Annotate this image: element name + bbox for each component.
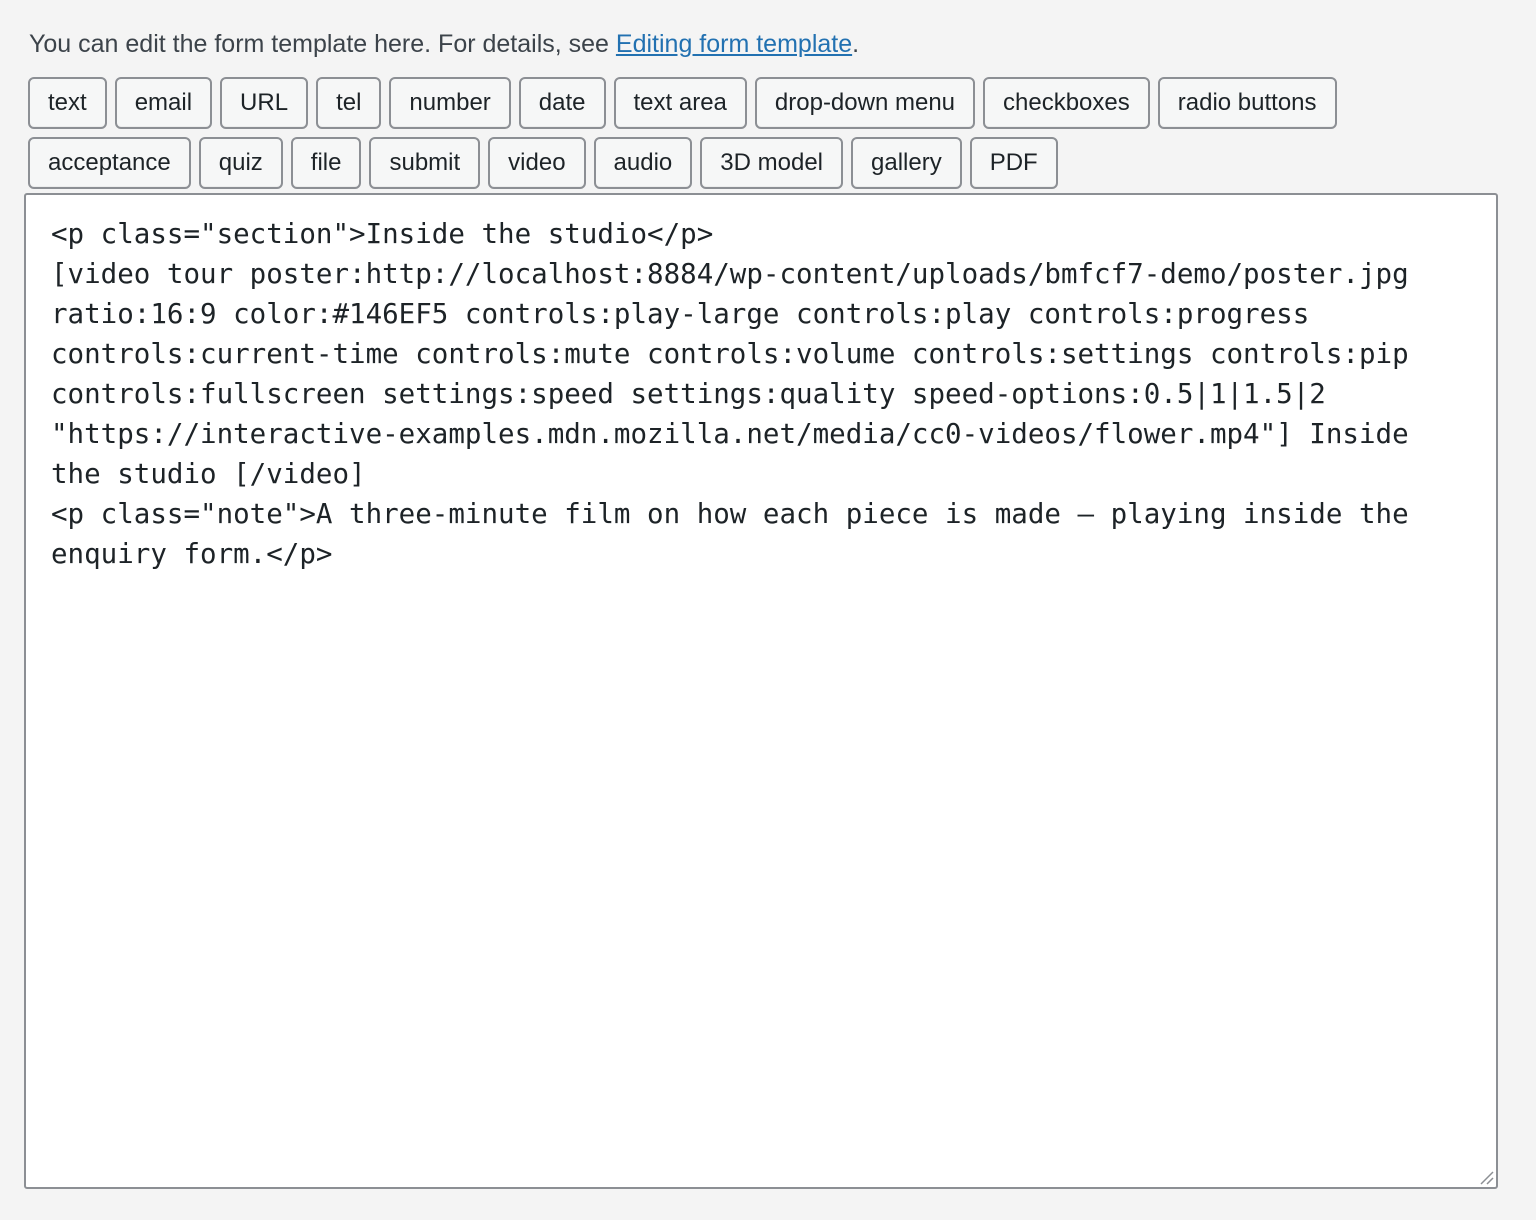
- tag-button-video[interactable]: video: [488, 137, 586, 189]
- tag-button-acceptance[interactable]: acceptance: [28, 137, 191, 189]
- tag-button-tel[interactable]: tel: [316, 77, 382, 129]
- tag-button-url[interactable]: URL: [220, 77, 309, 129]
- tag-button-file[interactable]: file: [290, 137, 362, 189]
- tag-button-audio[interactable]: audio: [593, 137, 693, 189]
- tag-button-drop-down-menu[interactable]: drop-down menu: [754, 77, 976, 129]
- editing-form-template-link[interactable]: Editing form template: [616, 30, 852, 58]
- tag-button-number[interactable]: number: [389, 77, 511, 129]
- tag-generator-row-2: acceptance quiz file submit video audio 3D mod…: [28, 137, 1058, 189]
- form-template-editor[interactable]: [26, 195, 1496, 1187]
- intro-text: You can edit the form template here. For…: [29, 30, 616, 58]
- tag-button-text-area[interactable]: text area: [613, 77, 747, 129]
- form-template-editor-frame: [24, 193, 1498, 1189]
- tag-button-email[interactable]: email: [114, 77, 213, 129]
- tag-button-checkboxes[interactable]: checkboxes: [983, 77, 1150, 129]
- tag-button-gallery[interactable]: gallery: [851, 137, 962, 189]
- tag-button-radio-buttons[interactable]: radio buttons: [1157, 77, 1337, 129]
- tag-button-date[interactable]: date: [518, 77, 606, 129]
- tag-generator-row-1: text email URL tel number date text area drop-d…: [28, 77, 1337, 129]
- tag-button-submit[interactable]: submit: [369, 137, 481, 189]
- form-template-intro: You can edit the form template here. For…: [29, 28, 859, 60]
- intro-text-end: .: [852, 30, 860, 58]
- tag-button-quiz[interactable]: quiz: [198, 137, 283, 189]
- tag-button-3d-model[interactable]: 3D model: [700, 137, 843, 189]
- resize-handle-icon[interactable]: [1478, 1169, 1494, 1185]
- tag-button-text[interactable]: text: [28, 77, 107, 129]
- tag-button-pdf[interactable]: PDF: [969, 137, 1058, 189]
